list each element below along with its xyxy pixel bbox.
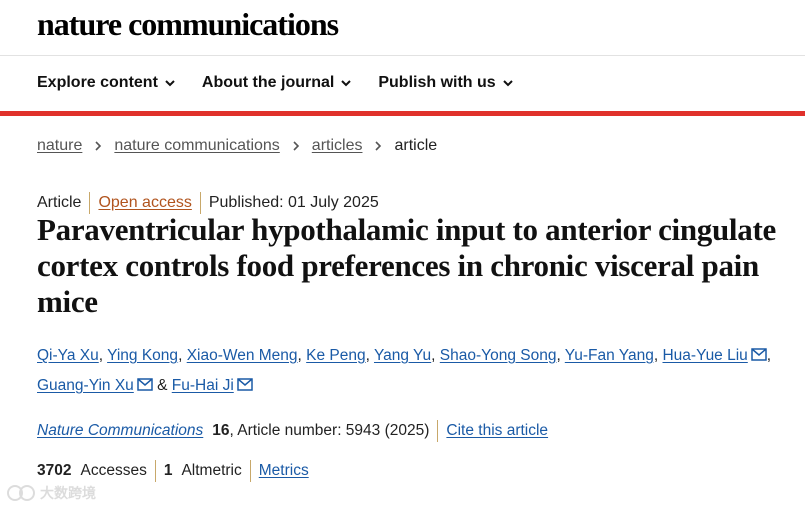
author-link[interactable]: Shao-Yong Song: [440, 347, 557, 364]
metrics-divider: [249, 460, 251, 482]
nav-about-journal-label: About the journal: [201, 74, 335, 91]
header-divider: [0, 55, 805, 56]
altmetric-label: Altmetric: [181, 462, 242, 479]
author-link[interactable]: Ying Kong: [107, 347, 178, 364]
author-separator: ,: [365, 347, 374, 364]
volume-number: 16: [212, 422, 230, 439]
accent-bar: [0, 111, 805, 116]
article-meta: Article Open access Published: 01 July 2…: [37, 192, 379, 214]
author-link[interactable]: Guang-Yin Xu: [37, 377, 134, 394]
article-title: Paraventricular hypothalamic input to an…: [37, 212, 776, 319]
breadcrumb-articles[interactable]: articles: [312, 137, 363, 155]
article-number: , Article number: 5943 (2025): [229, 422, 430, 439]
author-link[interactable]: Fu-Hai Ji: [172, 377, 234, 394]
citation-divider: [437, 420, 439, 442]
article-metrics: 3702 Accesses 1 Altmetric Metrics: [37, 460, 309, 482]
author-list: Qi-Ya Xu, Ying Kong, Xiao-Wen Meng, Ke P…: [37, 341, 797, 401]
author-separator: ,: [556, 347, 565, 364]
published-date: Published: 01 July 2025: [208, 194, 379, 211]
chevron-down-icon: [341, 80, 352, 87]
author-separator: ,: [98, 347, 108, 364]
journal-link[interactable]: Nature Communications: [37, 422, 203, 440]
chevron-right-icon: [375, 141, 382, 151]
chevron-down-icon: [502, 80, 513, 87]
author-separator: ,: [766, 347, 772, 364]
author-link[interactable]: Yu-Fan Yang: [565, 347, 654, 364]
cite-this-article-link[interactable]: Cite this article: [446, 422, 548, 440]
chevron-right-icon: [293, 141, 299, 151]
author-separator: ,: [178, 347, 187, 364]
open-access-link[interactable]: Open access: [98, 194, 191, 212]
meta-divider: [199, 192, 201, 214]
author-link[interactable]: Hua-Yue Liu: [662, 347, 747, 364]
author-separator: ,: [431, 347, 440, 364]
watermark-text: 大数跨境: [40, 485, 96, 501]
nav-publish-with-us[interactable]: Publish with us: [378, 74, 513, 92]
author-link[interactable]: Ke Peng: [306, 347, 365, 364]
article-type: Article: [37, 194, 82, 211]
nav-about-journal[interactable]: About the journal: [202, 74, 352, 92]
email-icon[interactable]: [137, 378, 153, 391]
journal-logo[interactable]: nature communications: [37, 6, 339, 43]
author-link[interactable]: Yang Yu: [374, 347, 431, 364]
watermark: 大数跨境: [6, 483, 96, 503]
author-separator: &: [152, 377, 172, 394]
breadcrumb-nature-communications[interactable]: nature communications: [114, 137, 279, 155]
watermark-logo-icon: [7, 485, 35, 501]
chevron-down-icon: [165, 80, 175, 87]
citation-line: Nature Communications 16 , Article numbe…: [37, 420, 548, 442]
accesses-label: Accesses: [80, 462, 147, 479]
email-icon[interactable]: [751, 348, 767, 361]
author-link[interactable]: Qi-Ya Xu: [37, 347, 99, 364]
nav-publish-with-us-label: Publish with us: [378, 74, 496, 91]
chevron-right-icon: [95, 141, 102, 151]
accesses-count: 3702: [37, 462, 72, 479]
author-separator: ,: [297, 347, 307, 364]
breadcrumb-nature[interactable]: nature: [37, 137, 82, 155]
altmetric-count: 1: [163, 462, 173, 479]
meta-divider: [89, 192, 91, 214]
nav-explore-content-label: Explore content: [37, 74, 158, 91]
email-icon[interactable]: [237, 378, 253, 391]
author-link[interactable]: Xiao-Wen Meng: [187, 347, 298, 364]
nav-explore-content[interactable]: Explore content: [37, 74, 176, 92]
metrics-divider: [154, 460, 156, 482]
main-nav: Explore content About the journal Publis…: [37, 74, 514, 92]
breadcrumb: nature nature communications articles ar…: [37, 137, 437, 155]
breadcrumb-current: article: [394, 137, 438, 154]
metrics-link[interactable]: Metrics: [259, 462, 309, 480]
